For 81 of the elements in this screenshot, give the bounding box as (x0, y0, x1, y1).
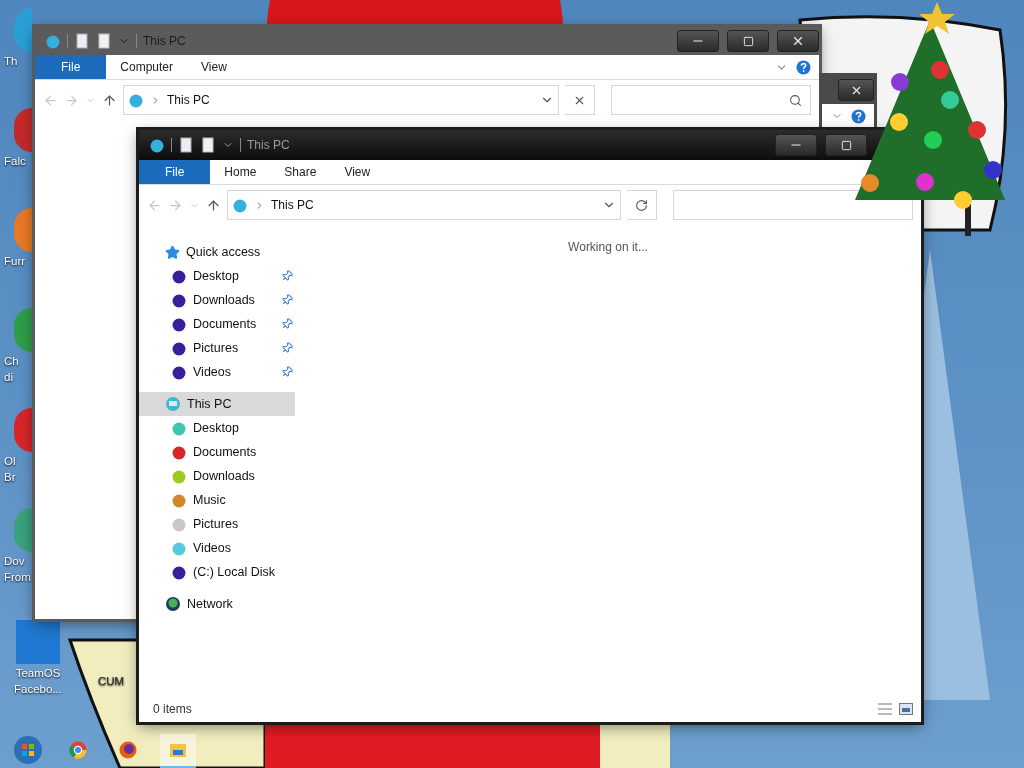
file-menu-tab[interactable]: File (139, 160, 211, 184)
ornament-icon (232, 197, 248, 213)
shortcut-label: Facebo... (14, 682, 62, 696)
new-folder-icon[interactable] (200, 137, 216, 153)
navigation-item[interactable]: Documents (139, 440, 295, 464)
address-bar[interactable]: This PC (227, 190, 621, 220)
large-icons-view-icon[interactable] (899, 703, 913, 715)
folder-button[interactable] (160, 734, 196, 768)
new-folder-icon[interactable] (96, 33, 112, 49)
search-field[interactable] (611, 85, 811, 115)
navigation-item[interactable]: Music (139, 488, 295, 512)
close-button[interactable] (777, 30, 819, 52)
browser-icon (119, 741, 137, 759)
window-title: This PC (143, 34, 186, 48)
ribbon-tab[interactable]: Computer (106, 55, 188, 79)
ribbon-tab[interactable]: Home (210, 160, 271, 184)
maximize-icon (742, 35, 754, 47)
navigation-item[interactable]: Downloads (139, 464, 295, 488)
properties-icon[interactable] (178, 137, 194, 153)
search-icon (789, 93, 802, 107)
maximize-icon (840, 139, 852, 151)
ornament-icon (128, 92, 144, 108)
item-count: 0 items (153, 702, 193, 716)
browser-icon (69, 741, 87, 759)
navigation-item[interactable]: This PC (139, 392, 295, 416)
navigation-item[interactable]: Pictures (139, 336, 295, 360)
address-bar[interactable]: This PC (123, 85, 559, 115)
details-view-icon[interactable] (877, 702, 893, 716)
shortcut-label: Falc (4, 154, 26, 168)
shortcut-label: Ol (4, 454, 16, 468)
shortcut-label: Th (4, 54, 18, 68)
shortcut-label: Br (4, 470, 16, 484)
maximize-button[interactable] (825, 134, 867, 156)
close-button[interactable] (838, 79, 874, 101)
navigation-item[interactable]: (C:) Local Disk (139, 560, 295, 584)
up-button[interactable] (102, 92, 117, 108)
app-shortcut-icon[interactable] (14, 408, 32, 452)
forward-button[interactable] (64, 92, 79, 108)
navigation-item[interactable]: Desktop (139, 264, 295, 288)
shortcut-label: Furr (4, 254, 26, 268)
shortcut-label: Dov (4, 554, 25, 568)
folder-icon (169, 742, 187, 758)
globe-icon (165, 596, 181, 612)
file-menu-tab[interactable]: File (35, 55, 107, 79)
minimize-button[interactable] (775, 134, 817, 156)
shortcut-label: From (4, 570, 31, 584)
shortcut-label: TeamOS (15, 666, 61, 680)
loading-message: Working on it... (568, 240, 648, 254)
shortcut-label: CUM (97, 674, 125, 688)
navigation-item[interactable]: Downloads (139, 288, 295, 312)
back-button[interactable] (147, 197, 162, 213)
ribbon-tab[interactable]: View (187, 55, 241, 79)
navigation-item[interactable]: Videos (139, 536, 295, 560)
back-button[interactable] (43, 92, 58, 108)
shortcut-label: Ch (4, 354, 19, 368)
navigation-item[interactable]: Desktop (139, 416, 295, 440)
forward-button[interactable] (168, 197, 183, 213)
refresh-icon (635, 198, 648, 212)
navigation-item[interactable]: Network (139, 592, 295, 616)
navigation-item[interactable]: Quick access (139, 240, 295, 264)
minimize-button[interactable] (677, 30, 719, 52)
ribbon-tab[interactable]: View (330, 160, 385, 184)
maximize-button[interactable] (727, 30, 769, 52)
shortcut-label: di (4, 370, 13, 384)
ribbon-tab[interactable]: Share (270, 160, 331, 184)
globe-icon (165, 396, 181, 412)
close-icon (791, 34, 805, 48)
navigation-item[interactable]: Documents (139, 312, 295, 336)
ornament-icon (149, 137, 165, 153)
window-title: This PC (247, 138, 290, 152)
navigation-item[interactable]: Videos (139, 360, 295, 384)
windows-logo-icon (13, 735, 43, 765)
refresh-button[interactable] (627, 190, 657, 220)
up-button[interactable] (206, 197, 221, 213)
app-shortcut-icon[interactable] (16, 620, 60, 664)
app-shortcut-icon[interactable] (14, 108, 32, 152)
ornament-icon (45, 33, 61, 49)
help-icon[interactable] (796, 59, 811, 75)
help-icon[interactable] (851, 108, 866, 124)
navigation-item[interactable]: Pictures (139, 512, 295, 536)
star-icon (165, 244, 180, 260)
